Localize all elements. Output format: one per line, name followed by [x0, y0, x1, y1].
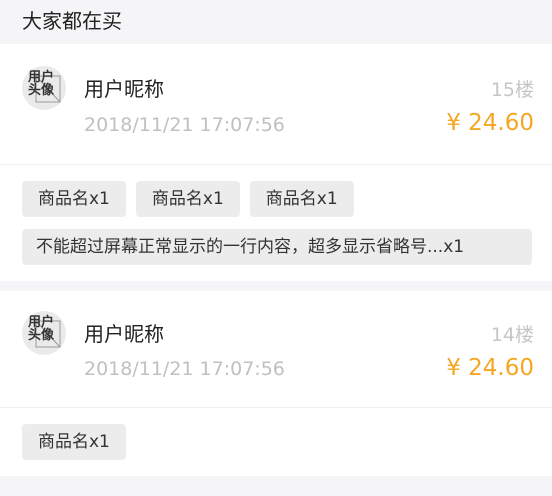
order-card-header: 用户头像 用户昵称 2018/11/21 17:07:56 14楼 ¥ 24.6…: [0, 291, 552, 408]
section-title: 大家都在买: [0, 0, 552, 44]
item-tag: 商品名x1: [249, 181, 354, 217]
order-card[interactable]: 用户头像 用户昵称 2018/11/21 17:07:56 14楼 ¥ 24.6…: [0, 291, 552, 476]
order-card[interactable]: 用户头像 用户昵称 2018/11/21 17:07:56 15楼 ¥ 24.6…: [0, 44, 552, 281]
user-nickname: 用户昵称: [84, 322, 164, 346]
item-tag: 商品名x1: [135, 181, 240, 217]
item-tag: 商品名x1: [22, 424, 126, 460]
order-card-header: 用户头像 用户昵称 2018/11/21 17:07:56 15楼 ¥ 24.6…: [0, 44, 552, 165]
floor-number: 15楼: [490, 79, 534, 101]
order-price: ¥ 24.60: [446, 355, 534, 381]
order-time: 2018/11/21 17:07:56: [84, 358, 285, 380]
avatar[interactable]: 用户头像: [22, 66, 66, 110]
item-tag-list: 商品名x1: [0, 408, 552, 476]
avatar[interactable]: 用户头像: [22, 311, 66, 355]
user-nickname: 用户昵称: [84, 77, 164, 101]
avatar-alt-text: 用户头像: [28, 315, 55, 343]
item-tag: 商品名x1: [22, 181, 126, 217]
item-tag-list: 商品名x1 商品名x1 商品名x1 不能超过屏幕正常显示的一行内容，超多显示省略号.…: [0, 165, 552, 281]
avatar-alt-text: 用户头像: [28, 70, 55, 98]
order-price: ¥ 24.60: [446, 110, 534, 136]
item-tag-long: 不能超过屏幕正常显示的一行内容，超多显示省略号...x1: [22, 229, 532, 265]
floor-number: 14楼: [490, 324, 534, 346]
order-time: 2018/11/21 17:07:56: [84, 114, 285, 136]
